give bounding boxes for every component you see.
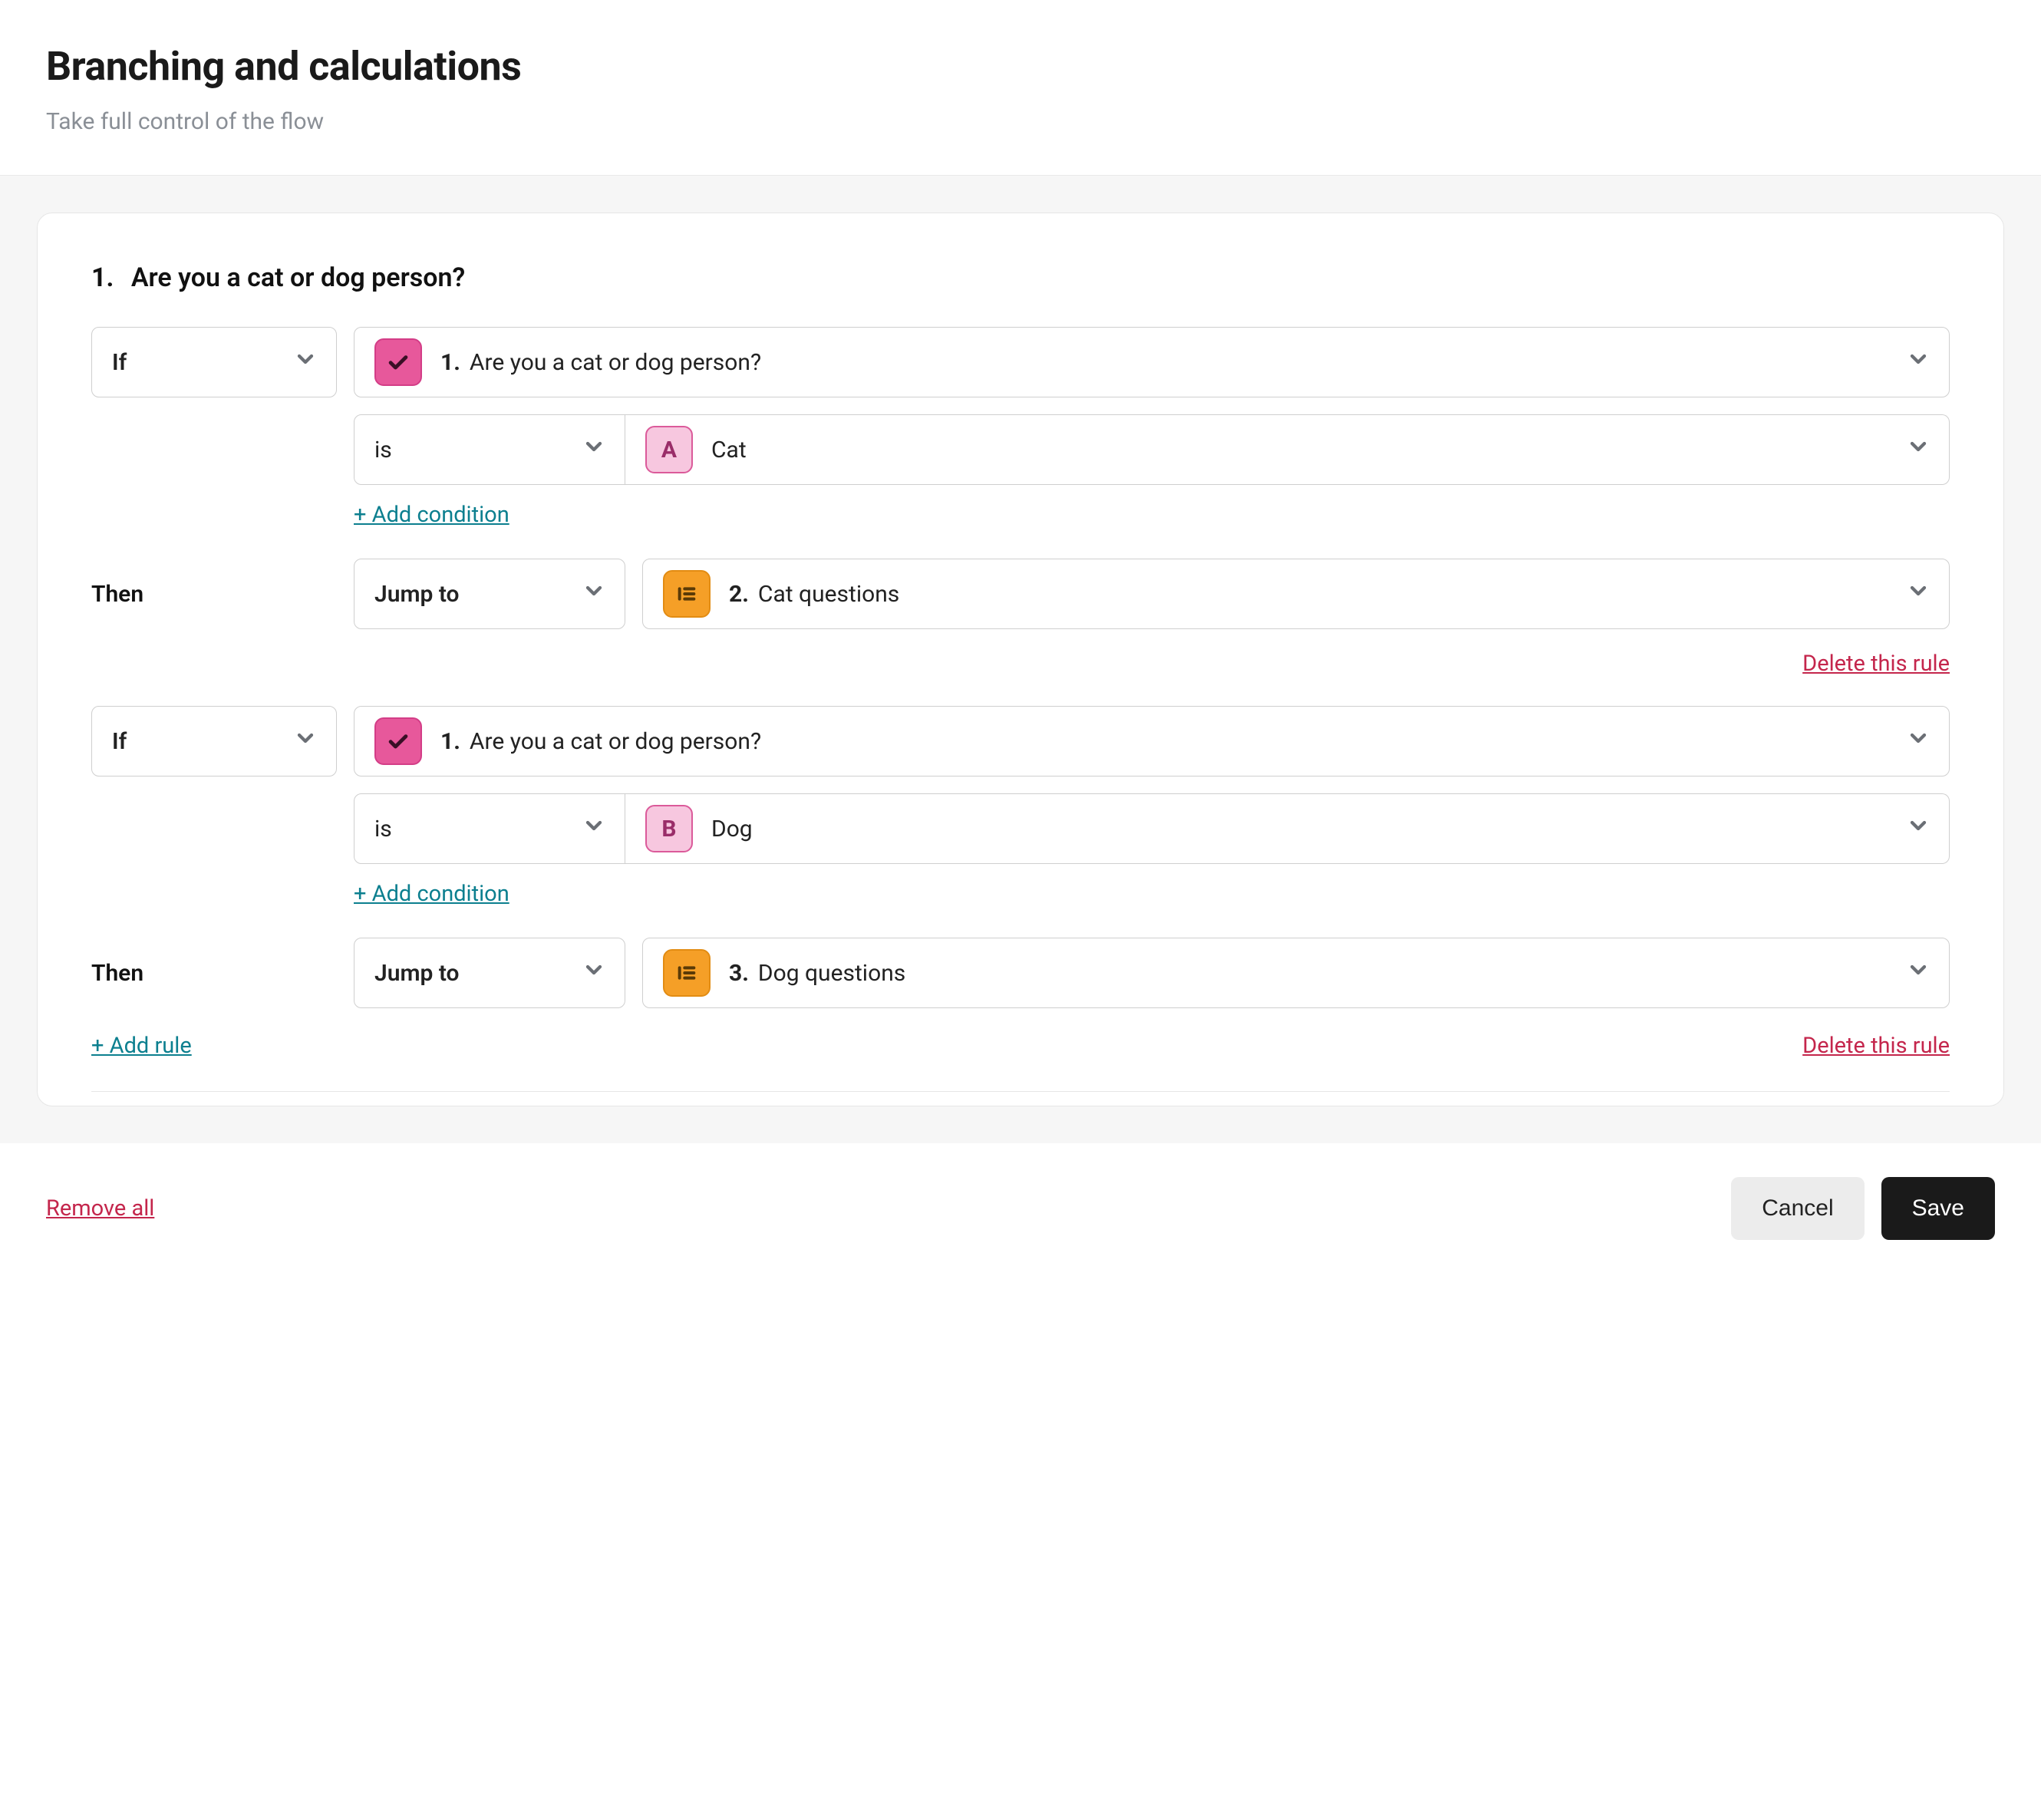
action-label: Jump to xyxy=(374,960,460,987)
panel-question-title: 1. Are you a cat or dog person? xyxy=(91,262,1950,293)
if-select[interactable]: If xyxy=(91,327,337,397)
chevron-down-icon xyxy=(293,347,318,378)
if-select-label: If xyxy=(112,728,127,755)
delete-rule-link[interactable]: Delete this rule xyxy=(1802,1033,1950,1059)
remove-all-link[interactable]: Remove all xyxy=(46,1195,154,1222)
question-ref: 1. Are you a cat or dog person? xyxy=(440,728,761,755)
then-label: Then xyxy=(91,938,337,1008)
page-header: Branching and calculations Take full con… xyxy=(0,0,2041,176)
answer-select[interactable]: B Dog xyxy=(625,793,1950,864)
add-rule-link[interactable]: + Add rule xyxy=(91,1033,192,1059)
then-line: Then Jump to xyxy=(91,559,1950,629)
form-icon xyxy=(663,570,711,618)
rule-bottom-row: + Add rule Delete this rule xyxy=(91,1033,1950,1059)
operator-select[interactable]: is xyxy=(354,793,625,864)
chevron-down-icon xyxy=(582,958,606,988)
action-select[interactable]: Jump to xyxy=(354,938,625,1008)
panel-question-text: Are you a cat or dog person? xyxy=(131,262,465,293)
save-button[interactable]: Save xyxy=(1881,1177,1995,1240)
chevron-down-icon xyxy=(1906,958,1931,988)
then-label: Then xyxy=(91,559,337,629)
answer-text: Cat xyxy=(711,437,747,463)
question-ref-text: Are you a cat or dog person? xyxy=(470,349,761,376)
chevron-down-icon xyxy=(293,726,318,757)
answer-text: Dog xyxy=(711,816,753,842)
rule: If 1. Are you a cat or dog person? xyxy=(91,706,1950,1059)
chevron-down-icon xyxy=(1906,726,1931,757)
divider xyxy=(91,1091,1950,1092)
action-label: Jump to xyxy=(374,581,460,608)
page-title: Branching and calculations xyxy=(46,43,1995,90)
rule-footer: Delete this rule xyxy=(91,651,1950,677)
question-ref-text: Are you a cat or dog person? xyxy=(470,728,761,755)
rule: If 1. Are you a cat or dog person? xyxy=(91,327,1950,677)
operator-label: is xyxy=(374,437,392,463)
canvas: 1. Are you a cat or dog person? If 1. Ar… xyxy=(0,176,2041,1143)
chevron-down-icon xyxy=(582,434,606,465)
action-select[interactable]: Jump to xyxy=(354,559,625,629)
if-select[interactable]: If xyxy=(91,706,337,776)
answer-letter-badge: B xyxy=(645,805,693,852)
answer-select[interactable]: A Cat xyxy=(625,414,1950,485)
rule-panel: 1. Are you a cat or dog person? If 1. Ar… xyxy=(37,213,2004,1106)
chevron-down-icon xyxy=(582,813,606,844)
if-line: If 1. Are you a cat or dog person? xyxy=(91,327,1950,397)
add-condition-link[interactable]: + Add condition xyxy=(354,502,1950,528)
answer-letter-badge: A xyxy=(645,426,693,473)
chevron-down-icon xyxy=(1906,579,1931,609)
footer-bar: Remove all Cancel Save xyxy=(0,1143,2041,1286)
add-condition-row: + Add condition xyxy=(91,502,1950,528)
footer-actions: Cancel Save xyxy=(1731,1177,1995,1240)
question-select[interactable]: 1. Are you a cat or dog person? xyxy=(354,327,1950,397)
if-select-label: If xyxy=(112,349,127,376)
target-ref-number: 3. xyxy=(729,960,749,987)
check-icon xyxy=(374,338,422,386)
operator-select[interactable]: is xyxy=(354,414,625,485)
delete-rule-link[interactable]: Delete this rule xyxy=(1802,651,1950,677)
chevron-down-icon xyxy=(1906,434,1931,465)
page-subtitle: Take full control of the flow xyxy=(46,108,1995,135)
chevron-down-icon xyxy=(582,579,606,609)
then-line: Then Jump to xyxy=(91,938,1950,1008)
target-ref-number: 2. xyxy=(729,581,749,608)
condition-line: is A Cat xyxy=(91,414,1950,485)
target-ref: 2. Cat questions xyxy=(729,581,899,608)
target-ref-text: Cat questions xyxy=(758,581,899,608)
target-select[interactable]: 2. Cat questions xyxy=(642,559,1950,629)
panel-question-number: 1. xyxy=(91,262,114,293)
chevron-down-icon xyxy=(1906,813,1931,844)
question-ref-number: 1. xyxy=(440,728,460,755)
target-select[interactable]: 3. Dog questions xyxy=(642,938,1950,1008)
target-ref: 3. Dog questions xyxy=(729,960,905,987)
add-condition-link[interactable]: + Add condition xyxy=(354,881,1950,907)
question-ref-number: 1. xyxy=(440,349,460,376)
add-condition-row: + Add condition xyxy=(91,881,1950,907)
question-select[interactable]: 1. Are you a cat or dog person? xyxy=(354,706,1950,776)
question-ref: 1. Are you a cat or dog person? xyxy=(440,349,761,376)
cancel-button[interactable]: Cancel xyxy=(1731,1177,1864,1240)
target-ref-text: Dog questions xyxy=(758,960,905,987)
check-icon xyxy=(374,717,422,765)
operator-label: is xyxy=(374,816,392,842)
if-line: If 1. Are you a cat or dog person? xyxy=(91,706,1950,776)
chevron-down-icon xyxy=(1906,347,1931,378)
condition-line: is B Dog xyxy=(91,793,1950,864)
form-icon xyxy=(663,949,711,997)
